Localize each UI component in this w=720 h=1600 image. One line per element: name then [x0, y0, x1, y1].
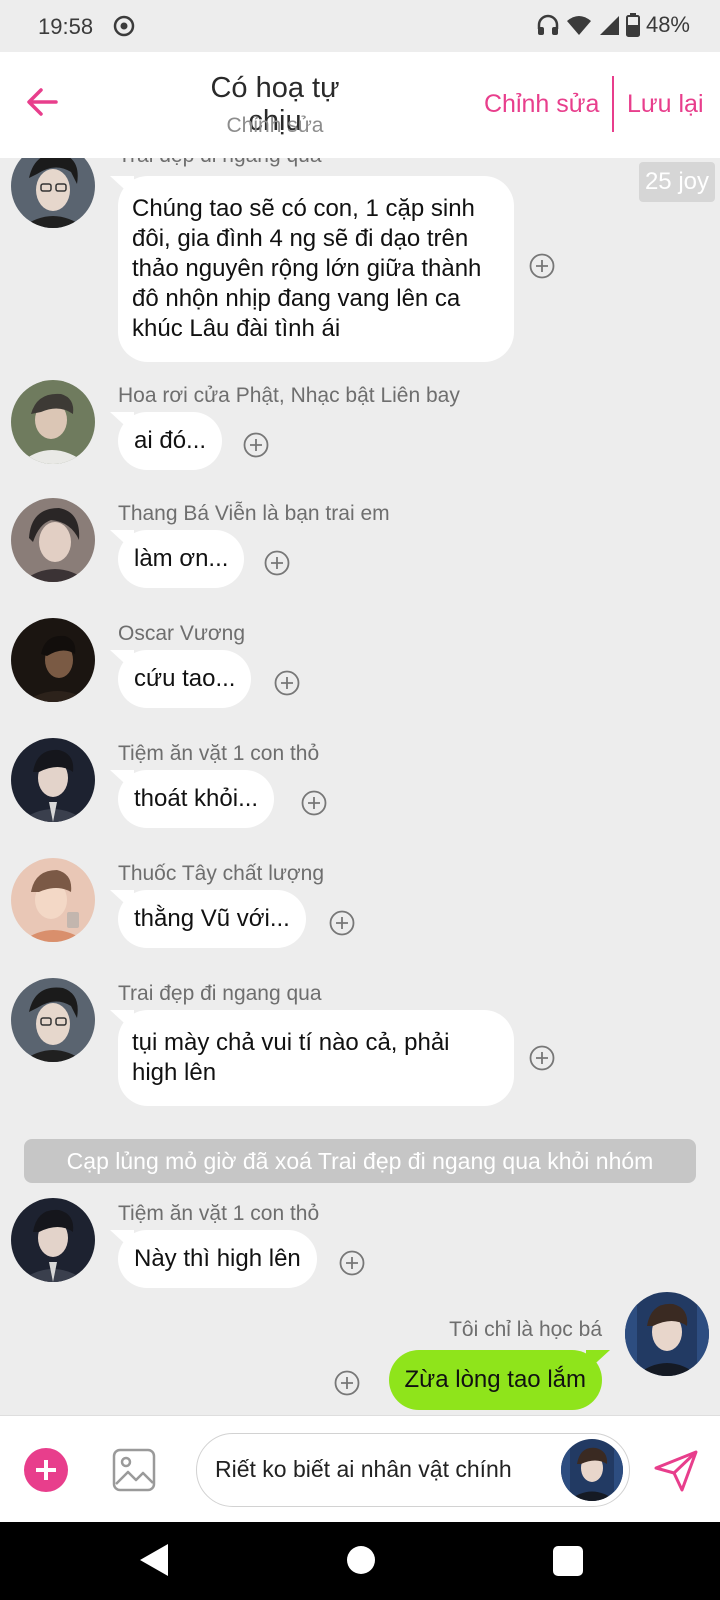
message-bubble[interactable]: tụi mày chả vui tí nào cả, phải high lên — [118, 1010, 514, 1106]
sender-name: Tiệm ăn vặt 1 con thỏ — [118, 742, 320, 765]
nav-home-icon[interactable] — [347, 1546, 375, 1574]
signal-icon — [598, 14, 620, 36]
header-divider — [612, 76, 614, 132]
page-subtitle: Chỉnh sửa — [226, 114, 324, 137]
message-composer: Riết ko biết ai nhân vật chính — [0, 1415, 720, 1522]
message-text: thằng Vũ với... — [134, 905, 290, 932]
avatar[interactable] — [11, 738, 95, 822]
add-reaction-icon[interactable] — [264, 550, 290, 576]
cast-icon — [113, 15, 135, 37]
save-button[interactable]: Lưu lại — [627, 90, 704, 119]
message-text: tụi mày chả vui tí nào cả, phải high lên — [132, 1029, 450, 1086]
add-button[interactable] — [24, 1448, 68, 1492]
avatar[interactable] — [11, 858, 95, 942]
message-bubble[interactable]: Chúng tao sẽ có con, 1 cặp sinh đôi, gia… — [118, 176, 514, 362]
avatar[interactable] — [11, 1198, 95, 1282]
sender-name: Thang Bá Viễn là bạn trai em — [118, 502, 390, 525]
my-avatar[interactable] — [625, 1292, 709, 1376]
message-text: Zừa lòng tao lắm — [404, 1366, 587, 1393]
status-bar: 19:58 48% — [0, 0, 720, 52]
sender-name: Oscar Vương — [118, 622, 246, 645]
message-text: thoát khỏi... — [134, 785, 259, 812]
my-message-bubble[interactable]: Zừa lòng tao lắm — [388, 1350, 602, 1410]
chat-header: Có hoạ tự chịu Chỉnh sửa Chỉnh sửa Lưu l… — [0, 52, 720, 158]
add-reaction-icon[interactable] — [301, 790, 327, 816]
chat-messages[interactable]: 25 joy Trai đẹp đi ngang qua Chúng tao s… — [0, 158, 720, 1415]
send-icon[interactable] — [652, 1446, 700, 1494]
message-input[interactable]: Riết ko biết ai nhân vật chính — [215, 1456, 512, 1483]
add-reaction-icon[interactable] — [529, 1045, 555, 1071]
message-bubble[interactable]: Này thì high lên — [118, 1230, 317, 1288]
add-reaction-icon[interactable] — [334, 1370, 360, 1396]
joy-badge: 25 joy — [638, 162, 715, 202]
message-input-field[interactable]: Riết ko biết ai nhân vật chính — [196, 1433, 630, 1507]
status-icons: 48% — [536, 12, 690, 38]
system-note: Cạp lủng mỏ giờ đã xoá Trai đẹp đi ngang… — [24, 1139, 696, 1183]
avatar[interactable] — [11, 380, 95, 464]
message-text: Chúng tao sẽ có con, 1 cặp sinh đôi, gia… — [132, 195, 482, 342]
message-bubble[interactable]: thoát khỏi... — [118, 770, 275, 828]
status-time: 19:58 — [38, 14, 94, 39]
avatar[interactable] — [11, 158, 95, 228]
message-bubble[interactable]: thằng Vũ với... — [118, 890, 306, 948]
headphones-icon — [536, 14, 560, 36]
avatar[interactable] — [11, 618, 95, 702]
sender-name: Trai đẹp đi ngang qua — [118, 982, 322, 1005]
system-nav-bar — [0, 1522, 720, 1600]
character-avatar[interactable] — [561, 1439, 623, 1501]
message-text: cứu tao... — [134, 665, 236, 692]
edit-button[interactable]: Chỉnh sửa — [484, 90, 599, 119]
nav-recents-icon[interactable] — [553, 1546, 583, 1576]
battery-icon — [625, 13, 640, 37]
message-text: làm ơn... — [134, 545, 229, 572]
message-bubble[interactable]: cứu tao... — [118, 650, 252, 708]
message-text: Này thì high lên — [134, 1245, 301, 1272]
wifi-icon — [566, 14, 592, 36]
image-icon[interactable] — [112, 1448, 156, 1492]
sender-name: Thuốc Tây chất lượng — [118, 862, 325, 885]
add-reaction-icon[interactable] — [339, 1250, 365, 1276]
my-sender-name: Tôi chỉ là học bá — [449, 1318, 602, 1341]
add-reaction-icon[interactable] — [329, 910, 355, 936]
sender-name: Hoa rơi cửa Phật, Nhạc bật Liên bay — [118, 384, 460, 407]
message-bubble[interactable]: ai đó... — [118, 412, 223, 470]
message-text: ai đó... — [134, 427, 207, 454]
avatar[interactable] — [11, 498, 95, 582]
sender-name: Tiệm ăn vặt 1 con thỏ — [118, 1202, 320, 1225]
nav-back-icon[interactable] — [136, 1542, 170, 1578]
back-arrow-icon[interactable] — [22, 82, 62, 122]
avatar[interactable] — [11, 978, 95, 1062]
sender-name: Trai đẹp đi ngang qua — [118, 158, 322, 168]
add-reaction-icon[interactable] — [274, 670, 300, 696]
battery-level: 48% — [645, 12, 690, 37]
message-bubble[interactable]: làm ơn... — [118, 530, 245, 588]
add-reaction-icon[interactable] — [529, 253, 555, 279]
add-reaction-icon[interactable] — [243, 432, 269, 458]
